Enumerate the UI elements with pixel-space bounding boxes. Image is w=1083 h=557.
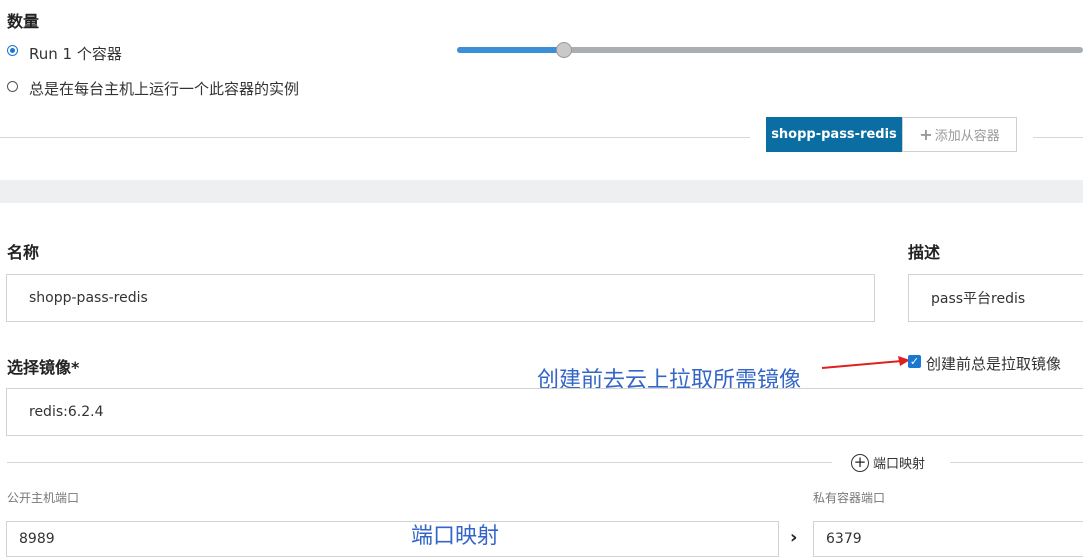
image-label: 选择镜像* [7,358,80,377]
pull-image-checkbox-label[interactable]: 创建前总是拉取镜像 [926,353,1061,374]
image-input[interactable]: redis:6.2.4 [6,388,1083,436]
tab-shopp-pass-redis[interactable]: shopp-pass-redis [766,117,902,152]
radio-run-count-label[interactable]: Run 1 个容器 [29,43,122,64]
annotation-port-note: 端口映射 [411,524,500,549]
port-mapping-button[interactable]: + 端口映射 [851,453,925,472]
pull-image-checkbox[interactable]: ✓ [908,355,921,368]
section-separator [0,180,1083,203]
add-sidecar-label: 添加从容器 [934,129,1000,144]
description-label: 描述 [908,243,941,262]
radio-every-host-label[interactable]: 总是在每台主机上运行一个此容器的实例 [29,78,299,99]
private-port-label: 私有容器端口 [813,491,886,505]
name-input[interactable]: shopp-pass-redis [6,274,875,322]
name-label: 名称 [7,243,40,262]
port-mapping-label: 端口映射 [873,457,926,472]
private-port-input[interactable]: 6379 [813,521,1083,557]
public-port-input[interactable]: 8989 [6,521,779,557]
radio-run-count[interactable] [7,45,18,56]
name-input-value: shopp-pass-redis [29,290,148,306]
plus-circle-icon: + [851,453,869,472]
quantity-title: 数量 [7,12,40,31]
port-divider-left [7,462,832,463]
annotation-arrow [821,356,910,369]
chevron-right-icon: › [790,527,798,548]
scale-slider-fill [457,47,565,53]
plus-icon: + [919,125,933,144]
public-port-input-value: 8989 [19,531,55,547]
image-input-value: redis:6.2.4 [29,404,104,420]
radio-every-host[interactable] [7,81,18,92]
add-sidecar-button[interactable]: + 添加从容器 [902,117,1017,152]
tab-divider-left [0,137,750,138]
description-input[interactable]: pass平台redis [908,274,1083,322]
tab-divider-right [1033,137,1083,138]
description-input-value: pass平台redis [931,291,1026,307]
public-port-label: 公开主机端口 [7,491,80,505]
port-divider-right [950,462,1083,463]
scale-slider-handle[interactable] [556,42,572,58]
private-port-input-value: 6379 [826,531,862,547]
checkmark-icon: ✓ [909,355,920,368]
